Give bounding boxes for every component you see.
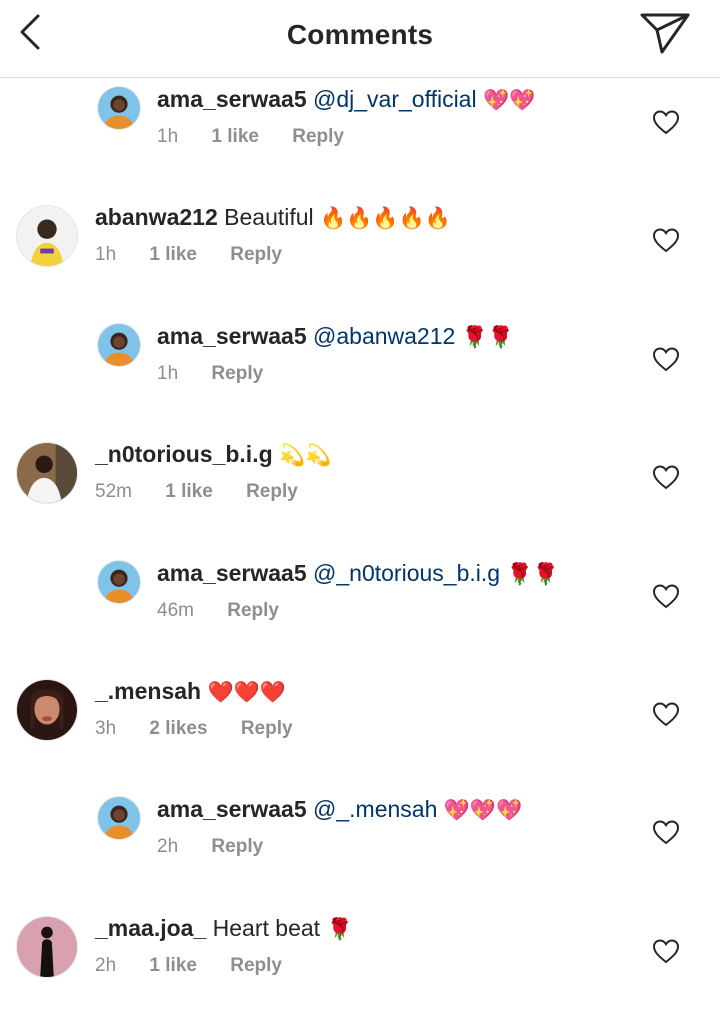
comment-username[interactable]: ama_serwaa5 [157, 796, 307, 822]
reply-button[interactable]: Reply [241, 718, 293, 739]
comment-time: 2h [157, 836, 179, 857]
comment-mention[interactable]: @_.mensah [313, 796, 437, 822]
comment-emoji: 💖💖💖 [443, 799, 523, 822]
heart-outline-icon[interactable] [652, 346, 680, 372]
comment-likes[interactable]: 1 like [165, 481, 213, 502]
comment-emoji: 🔥🔥🔥🔥🔥 [320, 207, 451, 230]
avatar[interactable] [16, 916, 78, 978]
avatar[interactable] [97, 86, 141, 130]
reply-button[interactable]: Reply [211, 836, 263, 857]
comment-username[interactable]: ama_serwaa5 [157, 86, 307, 112]
heart-outline-icon[interactable] [652, 109, 680, 135]
heart-outline-icon[interactable] [652, 583, 680, 609]
heart-outline-icon[interactable] [652, 227, 680, 253]
comment-emoji: ❤️❤️❤️ [207, 681, 286, 704]
comment-likes[interactable]: 2 likes [149, 718, 207, 739]
comment: abanwa212 Beautiful 🔥🔥🔥🔥🔥 1h 1 like Repl… [0, 200, 720, 300]
comment-emoji: 🌹🌹 [461, 326, 514, 349]
comment-username[interactable]: _.mensah [95, 678, 201, 704]
comment-time: 46m [157, 600, 194, 621]
heart-outline-icon[interactable] [652, 464, 680, 490]
comment-likes[interactable]: 1 like [149, 244, 197, 265]
heart-outline-icon[interactable] [652, 701, 680, 727]
comment-reply: ama_serwaa5 @_n0torious_b.i.g 🌹🌹 46m Rep… [0, 556, 720, 656]
comment: _n0torious_b.i.g 💫💫 52m 1 like Reply [0, 437, 720, 537]
comment-username[interactable]: ama_serwaa5 [157, 323, 307, 349]
comment-time: 52m [95, 481, 132, 502]
comment: _maa.joa_ Heart beat 🌹 2h 1 like Reply [0, 911, 720, 1011]
reply-button[interactable]: Reply [292, 126, 344, 147]
comment-username[interactable]: abanwa212 [95, 204, 218, 230]
comment-mention[interactable]: @dj_var_official [313, 86, 477, 112]
reply-button[interactable]: Reply [227, 600, 279, 621]
comment-time: 1h [95, 244, 117, 265]
comment-text: Beautiful [224, 204, 314, 230]
comment-likes[interactable]: 1 like [149, 955, 197, 976]
comment-reply: ama_serwaa5 @_.mensah 💖💖💖 2h Reply [0, 792, 720, 892]
reply-button[interactable]: Reply [211, 363, 263, 384]
comment-time: 1h [157, 126, 179, 147]
comment-username[interactable]: _n0torious_b.i.g [95, 441, 273, 467]
avatar[interactable] [16, 679, 78, 741]
reply-button[interactable]: Reply [246, 481, 298, 502]
avatar[interactable] [97, 323, 141, 367]
comment-reply: ama_serwaa5 @dj_var_official 💖💖 1h 1 lik… [0, 82, 720, 182]
reply-button[interactable]: Reply [230, 955, 282, 976]
comment-time: 2h [95, 955, 117, 976]
comment-text: Heart beat [212, 915, 321, 941]
top-bar: Comments [0, 0, 720, 78]
comment-mention[interactable]: @abanwa212 [313, 323, 455, 349]
comment: _.mensah ❤️❤️❤️ 3h 2 likes Reply [0, 674, 720, 774]
comment-time: 1h [157, 363, 179, 384]
comment-reply: ama_serwaa5 @abanwa212 🌹🌹 1h Reply [0, 319, 720, 419]
avatar[interactable] [97, 560, 141, 604]
comment-emoji: 💖💖 [482, 89, 536, 112]
avatar[interactable] [16, 205, 78, 267]
comment-likes[interactable]: 1 like [211, 126, 259, 147]
comment-username[interactable]: ama_serwaa5 [157, 560, 307, 586]
avatar[interactable] [97, 796, 141, 840]
heart-outline-icon[interactable] [652, 819, 680, 845]
comment-emoji: 💫💫 [279, 444, 332, 467]
comment-username[interactable]: _maa.joa_ [95, 915, 206, 941]
paper-plane-icon [640, 13, 690, 54]
comment-emoji: 🌹 [326, 918, 353, 941]
avatar[interactable] [16, 442, 78, 504]
heart-outline-icon[interactable] [652, 938, 680, 964]
comment-mention[interactable]: @_n0torious_b.i.g [313, 560, 500, 586]
comment-time: 3h [95, 718, 117, 739]
page-title: Comments [286, 19, 434, 50]
share-button[interactable] [638, 10, 692, 56]
comment-emoji: 🌹🌹 [506, 563, 559, 586]
reply-button[interactable]: Reply [230, 244, 282, 265]
